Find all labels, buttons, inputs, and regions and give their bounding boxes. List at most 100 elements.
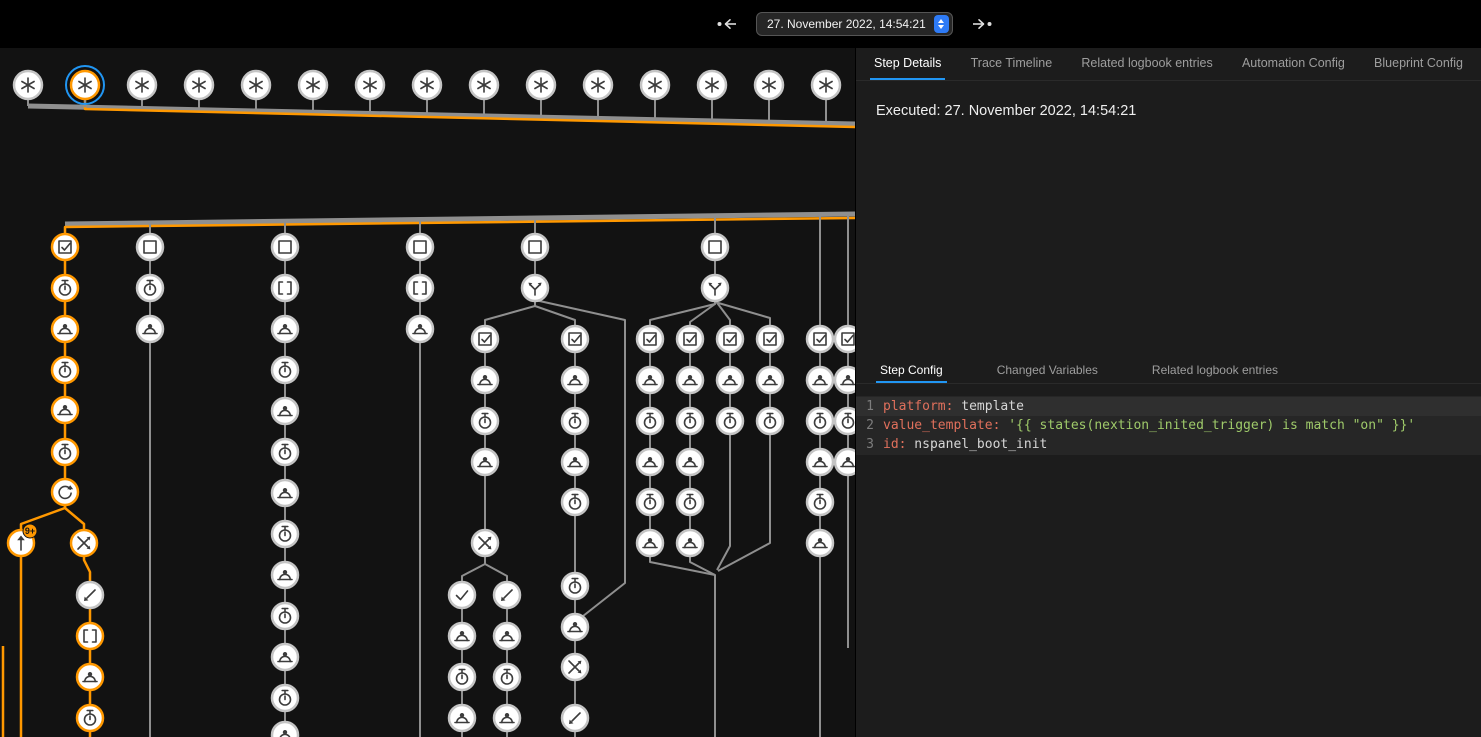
trace-node-service[interactable] [407,316,433,342]
trace-node-condition[interactable] [677,326,703,352]
trace-node-stopwatch[interactable] [449,664,475,690]
tab-step-config[interactable]: Step Config [876,358,947,383]
trace-node-asterisk[interactable] [812,71,840,99]
trace-node-condition[interactable] [835,326,855,352]
trace-node-asterisk[interactable] [755,71,783,99]
tab-related-logbook-entries[interactable]: Related logbook entries [1148,358,1282,383]
trace-node-asterisk[interactable] [66,66,104,104]
trace-node-service[interactable] [562,614,588,640]
trace-node-square[interactable] [522,234,548,260]
run-selector[interactable]: 27. November 2022, 14:54:21 [756,12,953,36]
trace-node-stopwatch[interactable] [807,408,833,434]
trace-node-service[interactable] [472,449,498,475]
trace-node-stopwatch[interactable] [137,275,163,301]
trace-node-stopwatch[interactable] [562,489,588,515]
trace-node-callsplit[interactable] [522,275,548,301]
trace-node-asterisk[interactable] [299,71,327,99]
code-line[interactable]: 1platform: template [856,397,1481,416]
trace-node-service[interactable] [637,530,663,556]
trace-node-condition[interactable] [472,326,498,352]
trace-node-asterisk[interactable] [356,71,384,99]
yaml-code-editor[interactable]: 1platform: template2value_template: '{{ … [856,396,1481,455]
trace-node-asterisk[interactable] [641,71,669,99]
trace-node-shuffle[interactable] [562,654,588,680]
trace-node-service[interactable] [472,367,498,393]
trace-node-service[interactable] [562,367,588,393]
trace-node-square[interactable] [272,234,298,260]
trace-node-shuffle[interactable] [472,530,498,556]
trace-node-service[interactable] [52,397,78,423]
trace-node-stopwatch[interactable] [562,408,588,434]
trace-node-stopwatch[interactable] [52,439,78,465]
trace-node-service[interactable] [272,398,298,424]
trace-node-condition[interactable] [807,326,833,352]
trace-node-condition[interactable] [717,326,743,352]
trace-node-stopwatch[interactable] [77,705,103,731]
trace-node-repeat[interactable] [52,479,78,505]
trace-node-condition[interactable] [637,326,663,352]
code-line[interactable]: 2value_template: '{{ states(nextion_init… [856,416,1481,435]
trace-node-condition[interactable] [562,326,588,352]
trace-node-asterisk[interactable] [584,71,612,99]
trace-node-arrowdl[interactable] [494,582,520,608]
tab-related-logbook-entries[interactable]: Related logbook entries [1077,48,1216,80]
trace-node-stopwatch[interactable] [562,573,588,599]
tab-changed-variables[interactable]: Changed Variables [993,358,1102,383]
trace-node-stopwatch[interactable] [637,489,663,515]
trace-node-stopwatch[interactable] [835,408,855,434]
trace-node-asterisk[interactable] [470,71,498,99]
trace-node-stopwatch[interactable] [757,408,783,434]
trace-node-stopwatch[interactable] [472,408,498,434]
trace-node-service[interactable] [807,530,833,556]
tab-step-details[interactable]: Step Details [870,48,945,80]
trace-node-stopwatch[interactable] [272,357,298,383]
trace-node-stopwatch[interactable] [677,489,703,515]
trace-node-stopwatch[interactable] [637,408,663,434]
trace-node-service[interactable] [272,722,298,737]
trace-node-service[interactable] [449,623,475,649]
trace-node-checkmark[interactable] [449,582,475,608]
trace-node-service[interactable] [137,316,163,342]
trace-node-shuffle[interactable] [71,530,97,556]
trace-node-callsplit[interactable] [702,275,728,301]
trace-node-stopwatch[interactable] [717,408,743,434]
trace-node-service[interactable] [677,449,703,475]
trace-node-service[interactable] [807,367,833,393]
trace-node-stopwatch[interactable] [807,489,833,515]
trace-node-service[interactable] [449,705,475,731]
trace-node-asterisk[interactable] [185,71,213,99]
trace-node-asterisk[interactable] [527,71,555,99]
trace-node-service[interactable] [717,367,743,393]
previous-run-icon[interactable] [714,11,740,37]
trace-node-asterisk[interactable] [242,71,270,99]
trace-node-arrowdl[interactable] [77,582,103,608]
trace-node-asterisk[interactable] [413,71,441,99]
trace-node-stopwatch[interactable] [677,408,703,434]
trace-node-service[interactable] [677,530,703,556]
next-run-icon[interactable] [969,11,995,37]
trace-node-service[interactable] [494,705,520,731]
code-line[interactable]: 3id: nspanel_boot_init [856,435,1481,454]
trace-node-service[interactable] [272,562,298,588]
trace-node-stopwatch[interactable] [272,439,298,465]
trace-node-service[interactable] [807,449,833,475]
trace-node-brackets[interactable] [77,623,103,649]
trace-node-service[interactable] [272,644,298,670]
trace-node-service[interactable] [494,623,520,649]
trace-node-stopwatch[interactable] [272,603,298,629]
trace-node-brackets[interactable] [272,275,298,301]
trace-node-stopwatch[interactable] [272,685,298,711]
trace-node-service[interactable] [272,480,298,506]
trace-node-service[interactable] [835,449,855,475]
trace-node-condition[interactable] [52,234,78,260]
trace-node-service[interactable] [562,449,588,475]
trace-node-service[interactable] [835,367,855,393]
tab-automation-config[interactable]: Automation Config [1238,48,1349,80]
trace-node-asterisk[interactable] [128,71,156,99]
trace-node-stopwatch[interactable] [272,521,298,547]
trace-node-square[interactable] [702,234,728,260]
trace-node-condition[interactable] [757,326,783,352]
tab-trace-timeline[interactable]: Trace Timeline [967,48,1057,80]
trace-node-service[interactable] [637,367,663,393]
trace-node-stopwatch[interactable] [494,664,520,690]
